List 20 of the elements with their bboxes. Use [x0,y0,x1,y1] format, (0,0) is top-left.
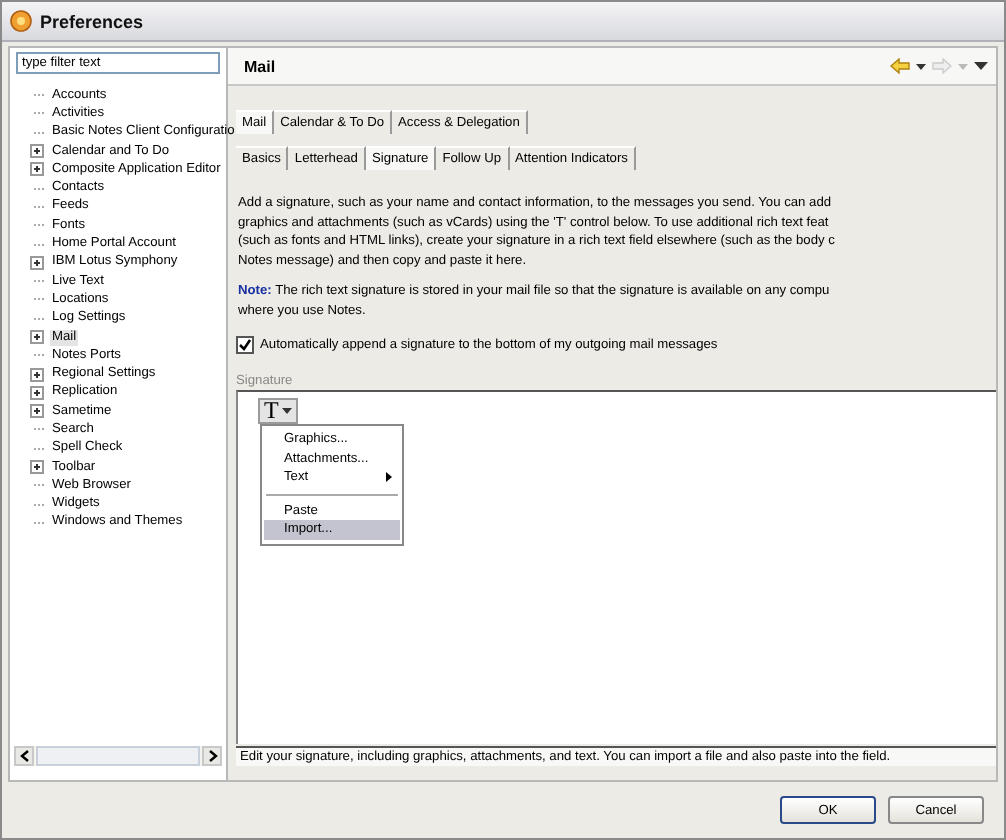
view-menu-icon[interactable] [974,62,988,70]
expand-icon[interactable] [30,330,44,344]
expand-icon[interactable] [30,460,44,475]
page-title: Mail [244,57,276,75]
expand-icon[interactable] [30,404,44,419]
expand-icon[interactable] [30,144,44,159]
expand-icon[interactable] [30,367,44,382]
scroll-left-icon[interactable] [19,750,29,762]
horizontal-scrollbar[interactable] [14,746,222,766]
expand-icon[interactable] [30,385,44,400]
dropdown-icon [282,408,293,414]
text-menu-button[interactable]: T [258,398,299,424]
scroll-right-icon[interactable] [207,750,217,762]
dropdown-icon[interactable] [916,63,926,69]
checkbox[interactable] [236,336,254,354]
submenu-arrow-icon [386,472,392,482]
expand-icon[interactable] [30,162,44,177]
app-icon [10,10,32,32]
expand-icon[interactable] [30,255,44,270]
window-title: Preferences [40,11,144,31]
